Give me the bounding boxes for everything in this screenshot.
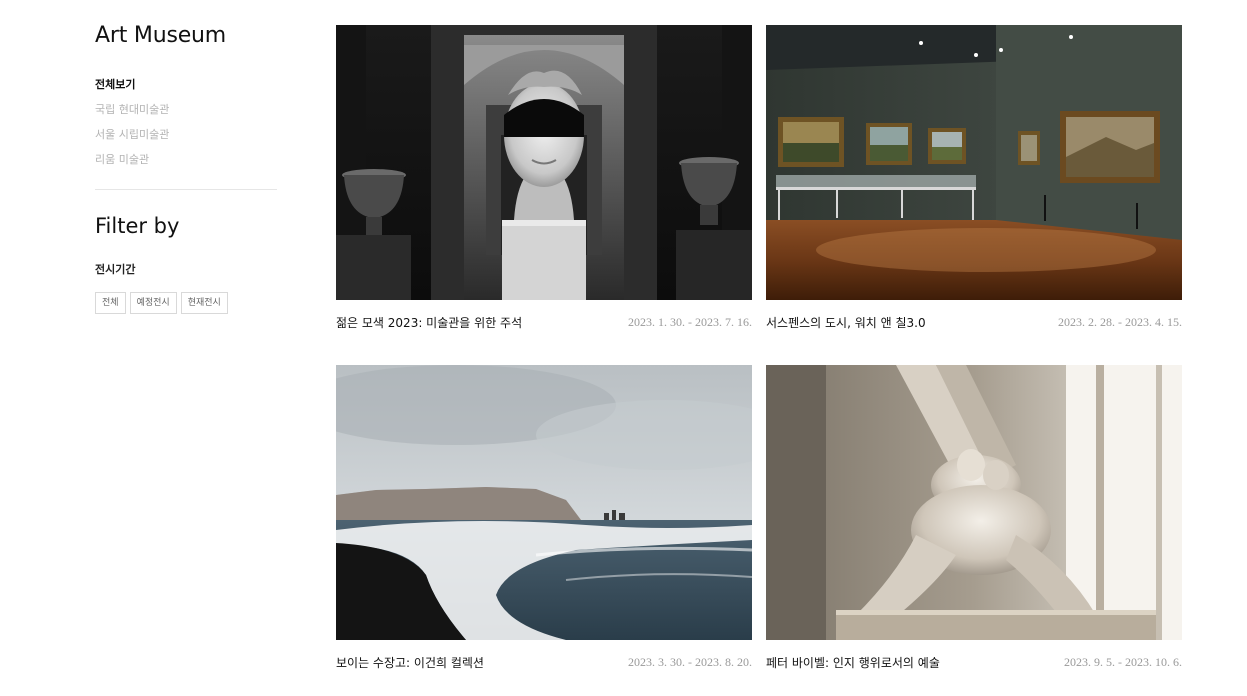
exhibition-card[interactable]: 젊은 모색 2023: 미술관을 위한 주석 2023. 1. 30. - 20… (336, 25, 752, 330)
exhibition-card[interactable]: 서스펜스의 도시, 워치 앤 칠3.0 2023. 2. 28. - 2023.… (766, 25, 1182, 330)
exhibition-image-statue-head[interactable] (336, 25, 752, 300)
exhibition-dates: 2023. 2. 28. - 2023. 4. 15. (1058, 314, 1182, 329)
exhibition-title[interactable]: 젊은 모색 2023: 미술관을 위한 주석 (336, 314, 522, 331)
period-upcoming-button[interactable]: 예정전시 (129, 292, 177, 314)
exhibition-card[interactable]: 페터 바이벨: 인지 행위로서의 예술 2023. 9. 5. - 2023. … (766, 365, 1182, 670)
exhibition-title[interactable]: 서스펜스의 도시, 워치 앤 칠3.0 (766, 314, 926, 331)
museum-item-all[interactable]: 전체보기 (95, 72, 277, 97)
exhibition-dates: 2023. 3. 30. - 2023. 8. 20. (628, 654, 752, 669)
filter-title: Filter by (95, 214, 180, 238)
exhibition-dates: 2023. 9. 5. - 2023. 10. 6. (1064, 654, 1182, 669)
site-title[interactable]: Art Museum (95, 22, 277, 50)
sidebar-divider (95, 189, 277, 190)
period-all-button[interactable]: 전체 (95, 292, 126, 314)
exhibition-card[interactable]: 보이는 수장고: 이건희 컬렉션 2023. 3. 30. - 2023. 8.… (336, 365, 752, 670)
exhibition-meta: 서스펜스의 도시, 워치 앤 칠3.0 2023. 2. 28. - 2023.… (766, 314, 1182, 330)
period-button-group: 전체 예정전시 현재전시 (95, 292, 277, 314)
museum-item-sema[interactable]: 서울 시립미술관 (95, 122, 277, 147)
exhibition-meta: 보이는 수장고: 이건희 컬렉션 2023. 3. 30. - 2023. 8.… (336, 654, 752, 670)
sidebar: Art Museum 전체보기 국립 현대미술관 서울 시립미술관 리움 미술관… (95, 22, 277, 314)
exhibition-image-marble-sculpture[interactable] (766, 365, 1182, 640)
museum-item-leeum[interactable]: 리움 미술관 (95, 147, 277, 172)
period-label: 전시기간 (95, 263, 136, 276)
exhibition-title[interactable]: 보이는 수장고: 이건희 컬렉션 (336, 654, 484, 671)
exhibition-meta: 젊은 모색 2023: 미술관을 위한 주석 2023. 1. 30. - 20… (336, 314, 752, 330)
exhibition-meta: 페터 바이벨: 인지 행위로서의 예술 2023. 9. 5. - 2023. … (766, 654, 1182, 670)
museum-item-mmca[interactable]: 국립 현대미술관 (95, 97, 277, 122)
exhibition-image-black-sand-beach[interactable] (336, 365, 752, 640)
period-current-button[interactable]: 현재전시 (180, 292, 228, 314)
exhibition-title[interactable]: 페터 바이벨: 인지 행위로서의 예술 (766, 654, 940, 671)
exhibition-dates: 2023. 1. 30. - 2023. 7. 16. (628, 314, 752, 329)
exhibition-image-gallery-room[interactable] (766, 25, 1182, 300)
museum-list: 전체보기 국립 현대미술관 서울 시립미술관 리움 미술관 (95, 72, 277, 172)
